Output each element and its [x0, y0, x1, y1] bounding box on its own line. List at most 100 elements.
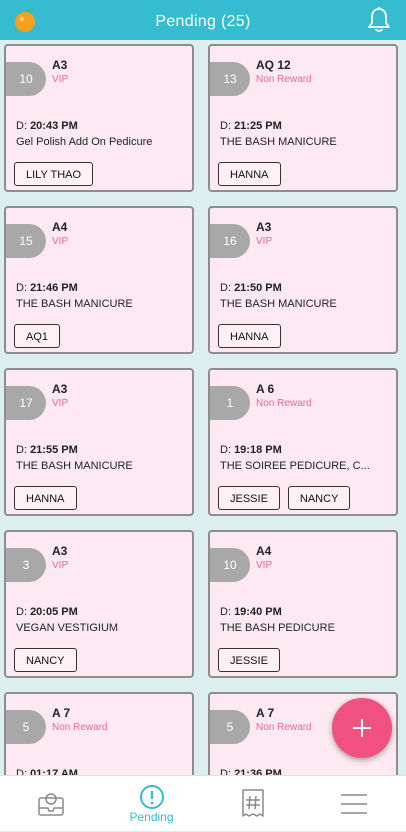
customer-tier: VIP [52, 74, 69, 85]
technician-list: HANNA [218, 324, 281, 348]
room-label: AQ 12 [256, 58, 291, 72]
technician-chip[interactable]: HANNA [14, 486, 77, 510]
nav-item-menu[interactable] [303, 776, 404, 832]
time-prefix: D: [220, 120, 231, 132]
nav-item-tickets[interactable] [202, 776, 303, 832]
service-name: THE BASH PEDICURE [220, 622, 335, 634]
time-value: 20:43 PM [30, 120, 78, 132]
room-label: A 7 [52, 706, 71, 720]
service-name: THE BASH MANICURE [220, 136, 337, 148]
appointment-grid: 10 A3 VIP D: 20:43 PM Gel Polish Add On Pedi… [0, 40, 406, 775]
alert-circle-icon [139, 785, 164, 809]
customer-tier: Non Reward [256, 398, 312, 409]
technician-list: NANCY [14, 648, 77, 672]
appointment-card[interactable]: 13 AQ 12 Non Reward D: 21:25 PM THE BASH MAN… [208, 44, 398, 192]
appointment-card[interactable]: 5 A 7 Non Reward D: 01:17 AM [4, 692, 194, 775]
queue-number-badge: 17 [6, 386, 46, 420]
time-prefix: D: [16, 120, 27, 132]
nav-item-profile[interactable] [0, 776, 101, 832]
appointment-time: D: 19:40 PM [220, 606, 282, 618]
service-name: THE BASH MANICURE [16, 460, 133, 472]
service-name: VEGAN VESTIGIUM [16, 622, 119, 634]
nav-label-pending: Pending [129, 810, 174, 824]
room-label: A3 [52, 382, 68, 396]
customer-tier: VIP [52, 560, 69, 571]
profile-inbox-icon [37, 793, 64, 816]
queue-number-badge: 15 [6, 224, 46, 258]
time-value: 19:18 PM [234, 444, 282, 456]
time-value: 21:55 PM [30, 444, 78, 456]
technician-list: JESSIE [218, 648, 280, 672]
queue-number-badge: 1 [210, 386, 250, 420]
technician-chip[interactable]: LILY THAO [14, 162, 94, 186]
time-value: 21:25 PM [234, 120, 282, 132]
bell-icon[interactable] [366, 6, 392, 34]
queue-number-badge: 13 [210, 62, 250, 96]
app-header: Pending (25) [0, 0, 406, 40]
time-value: 21:46 PM [30, 282, 78, 294]
technician-list: HANNA [218, 162, 281, 186]
time-value: 20:05 PM [30, 606, 78, 618]
room-label: A 6 [256, 382, 275, 396]
appointment-time: D: 21:25 PM [220, 120, 282, 132]
technician-chip[interactable]: JESSIE [218, 486, 280, 510]
queue-number-badge: 5 [210, 710, 250, 744]
appointment-time: D: 21:55 PM [16, 444, 78, 456]
appointment-card[interactable]: 17 A3 VIP D: 21:55 PM THE BASH MANICURE HANNA [4, 368, 194, 516]
queue-number-badge: 5 [6, 710, 46, 744]
page-title: Pending (25) [155, 13, 251, 30]
technician-list: AQ1 [14, 324, 61, 348]
appointment-time: D: 20:43 PM [16, 120, 78, 132]
queue-number-badge: 16 [210, 224, 250, 258]
technician-list: JESSIE NANCY [218, 486, 351, 510]
technician-list: LILY THAO [14, 162, 94, 186]
technician-chip[interactable]: HANNA [218, 324, 281, 348]
room-label: A3 [256, 220, 272, 234]
time-prefix: D: [220, 768, 231, 775]
technician-chip[interactable]: NANCY [14, 648, 77, 672]
room-label: A4 [52, 220, 68, 234]
technician-chip[interactable]: JESSIE [218, 648, 280, 672]
service-name: THE SOIREE PEDICURE, C... [220, 460, 370, 472]
appointment-time: D: 01:17 AM [16, 768, 78, 775]
appointment-card[interactable]: 1 A 6 Non Reward D: 19:18 PM THE SOIREE PEDI… [208, 368, 398, 516]
service-name: THE BASH MANICURE [220, 298, 337, 310]
service-name: THE BASH MANICURE [16, 298, 133, 310]
customer-tier: Non Reward [256, 722, 312, 733]
nav-item-pending[interactable]: Pending [101, 776, 202, 832]
appointment-card[interactable]: 10 A3 VIP D: 20:43 PM Gel Polish Add On Pedi… [4, 44, 194, 192]
queue-number-badge: 10 [210, 548, 250, 582]
queue-number-badge: 3 [6, 548, 46, 582]
time-prefix: D: [16, 444, 27, 456]
customer-tier: VIP [256, 560, 273, 571]
bottom-nav: Pending [0, 775, 406, 831]
appointment-time: D: 19:18 PM [220, 444, 282, 456]
technician-chip[interactable]: NANCY [287, 486, 351, 510]
time-value: 21:36 PM [234, 768, 282, 775]
technician-chip[interactable]: AQ1 [14, 324, 61, 348]
menu-icon [340, 794, 367, 814]
add-appointment-button[interactable] [332, 698, 392, 758]
time-prefix: D: [16, 282, 27, 294]
time-prefix: D: [220, 606, 231, 618]
plus-icon [353, 719, 371, 737]
customer-tier: VIP [52, 236, 69, 247]
queue-number-badge: 10 [6, 62, 46, 96]
room-label: A4 [256, 544, 272, 558]
time-value: 01:17 AM [30, 768, 78, 775]
appointment-card[interactable]: 16 A3 VIP D: 21:50 PM THE BASH MANICURE HANNA [208, 206, 398, 354]
appointment-time: D: 21:36 PM [220, 768, 282, 775]
time-value: 19:40 PM [234, 606, 282, 618]
appointment-card[interactable]: 15 A4 VIP D: 21:46 PM THE BASH MANICURE AQ1 [4, 206, 194, 354]
technician-chip[interactable]: HANNA [218, 162, 281, 186]
time-prefix: D: [16, 606, 27, 618]
customer-tier: VIP [256, 236, 273, 247]
room-label: A 7 [256, 706, 275, 720]
service-name: Gel Polish Add On Pedicure [16, 136, 153, 148]
room-label: A3 [52, 58, 68, 72]
appointment-time: D: 21:46 PM [16, 282, 78, 294]
appointment-card[interactable]: 10 A4 VIP D: 19:40 PM THE BASH PEDICURE JESSI… [208, 530, 398, 678]
room-label: A3 [52, 544, 68, 558]
customer-tier: VIP [52, 398, 69, 409]
appointment-card[interactable]: 3 A3 VIP D: 20:05 PM VEGAN VESTIGIUM NANCY [4, 530, 194, 678]
